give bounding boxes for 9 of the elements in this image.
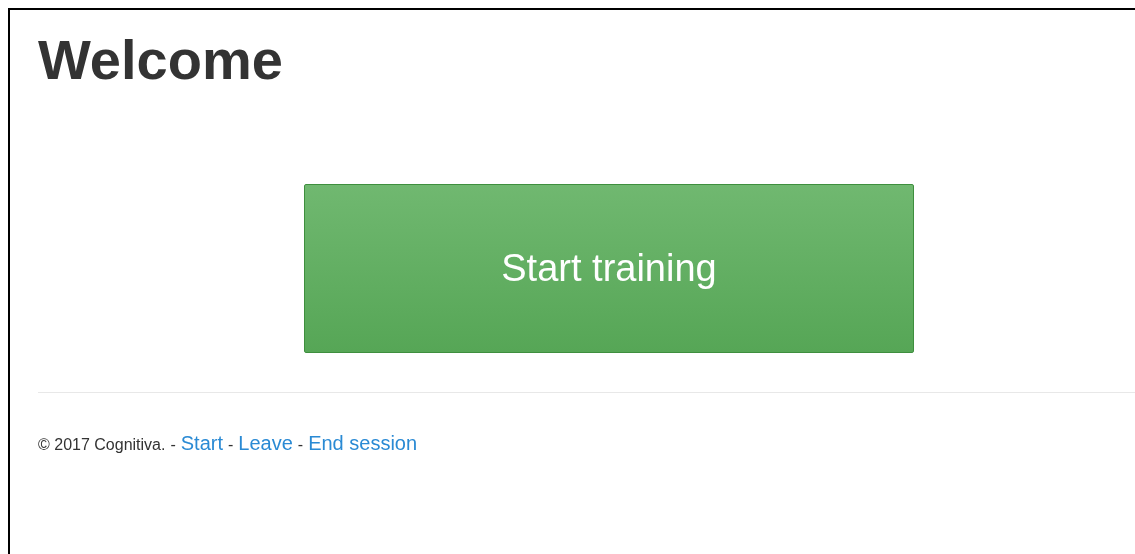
copyright-text: © 2017 Cognitiva. <box>38 436 166 454</box>
separator-text: - <box>228 436 234 454</box>
start-training-button[interactable]: Start training <box>304 184 914 353</box>
page-heading: Welcome <box>38 28 283 92</box>
footer-link[interactable]: End session <box>308 432 418 455</box>
footer-link[interactable]: Leave <box>238 432 293 455</box>
footer-link[interactable]: Start <box>180 432 223 455</box>
separator-text: - <box>297 436 304 454</box>
separator-text: - <box>170 436 176 454</box>
